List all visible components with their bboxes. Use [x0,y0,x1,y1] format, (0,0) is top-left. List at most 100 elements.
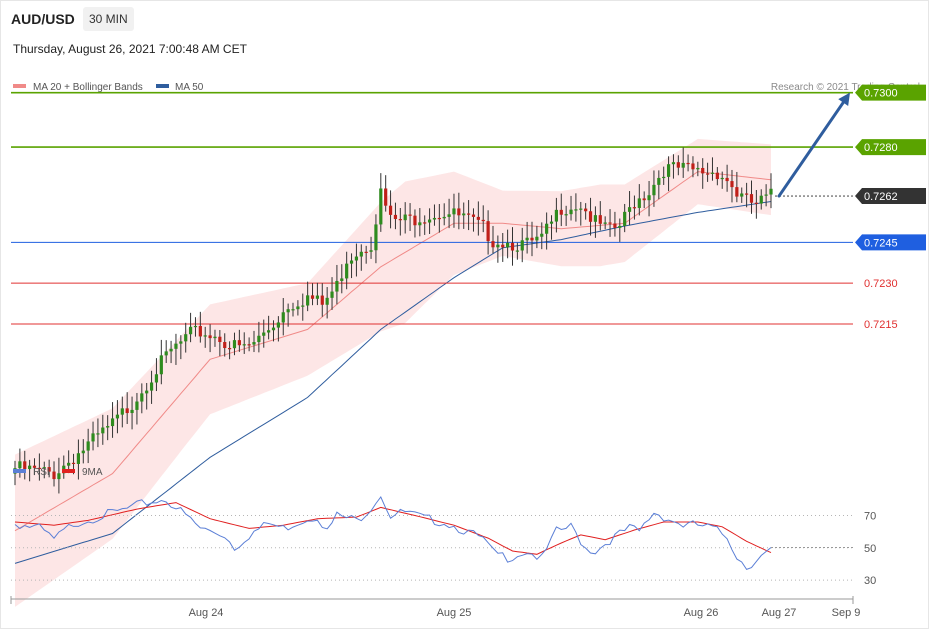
candle-body [213,336,217,339]
candle-body [442,216,446,219]
candle-body [671,162,676,165]
candle-body [76,453,81,464]
candle-body [754,202,758,204]
candle-body [101,427,105,434]
candle-body [271,327,276,331]
legend-label-ma50: MA 50 [175,82,204,93]
candle-body [413,215,417,226]
candle-body [345,263,349,279]
candle-body [530,237,534,241]
candle-body [623,211,627,226]
candle-body [627,207,632,212]
candle-body [681,162,685,168]
candle-body [608,222,612,224]
candle-body [427,219,432,223]
candle-body [735,187,739,197]
candle-body [462,213,466,216]
bollinger-band-area [15,138,771,607]
candle-body [315,295,319,299]
forecast-arrow [777,92,850,198]
candle-body [340,278,344,281]
candle-body [393,214,398,220]
candle-body [423,222,427,224]
candle-body [218,336,222,343]
forecast-arrow-head [838,92,850,106]
candle-body [666,164,671,177]
legend-label-rsi: RSI [33,467,50,478]
candle-body [135,401,139,410]
candle-body [306,295,310,306]
candle-body [705,173,710,175]
legend-swatch-ma50 [156,84,169,88]
candle-body [491,241,495,248]
candle-body [657,177,661,185]
candle-body [759,195,763,204]
candle-body [106,426,110,428]
candle-body [579,208,583,210]
legend-swatch-ma20 [13,84,26,88]
candle-body [696,167,700,170]
candle-body [310,295,315,299]
x-tick-label: Aug 27 [762,607,797,619]
rsi-tick-30: 30 [864,575,876,587]
rsi-line [14,496,772,571]
candle-body [71,462,76,465]
candle-body [237,340,241,346]
candle-body [96,433,100,435]
x-tick-label: Aug 25 [437,607,472,619]
candle-body [476,216,480,220]
legend-label-9ma: 9MA [82,467,103,478]
candle-body [374,224,378,251]
candle-body [632,207,637,209]
candle-body [749,194,754,203]
candle-body [710,172,715,174]
candle-body [169,348,173,352]
candle-body [320,295,324,305]
candle-body [145,390,149,394]
candle-body [730,181,734,188]
candle-body [252,342,256,345]
candle-body [291,309,295,311]
candle-body [23,461,27,470]
candle-body [613,223,617,228]
rsi-panel: 70 50 30 [11,496,876,587]
candle-body [223,342,227,349]
candle-body [281,312,285,323]
candle-body [569,209,573,215]
candle-body [296,306,300,310]
candle-body [179,341,183,344]
candle-body [447,214,451,217]
candle-body [262,332,266,336]
candle-body [349,260,354,264]
candle-body [642,198,646,201]
level-label-0-7280: 0.7280 [864,142,898,154]
candle-body [164,351,168,356]
x-tick-label: Aug 24 [189,607,224,619]
level-label-0-7300: 0.7300 [864,88,898,100]
forecast-arrow-shaft [777,101,845,198]
candle-body [398,219,402,221]
candle-body [471,214,476,217]
candle-body [496,244,500,248]
candle-body [301,305,305,307]
bollinger-bands [15,138,771,607]
candle-body [676,162,680,168]
candle-body [149,382,154,391]
candle-body [545,223,549,234]
candle-body [125,408,129,414]
candle-body [740,193,744,197]
candle-body [203,335,207,337]
level-label-0-7215: 0.7215 [864,319,898,331]
candle-body [325,297,329,305]
candle-body [232,340,237,349]
candle-body [618,225,622,228]
candle-body [369,250,373,252]
candle-body [115,414,120,419]
candle-body [452,208,456,215]
candle-body [91,433,95,442]
candle-body [574,209,578,211]
x-tick-label: Aug 26 [684,607,719,619]
candle-body [525,237,529,241]
candle-body [501,244,505,248]
candle-body [554,209,558,222]
